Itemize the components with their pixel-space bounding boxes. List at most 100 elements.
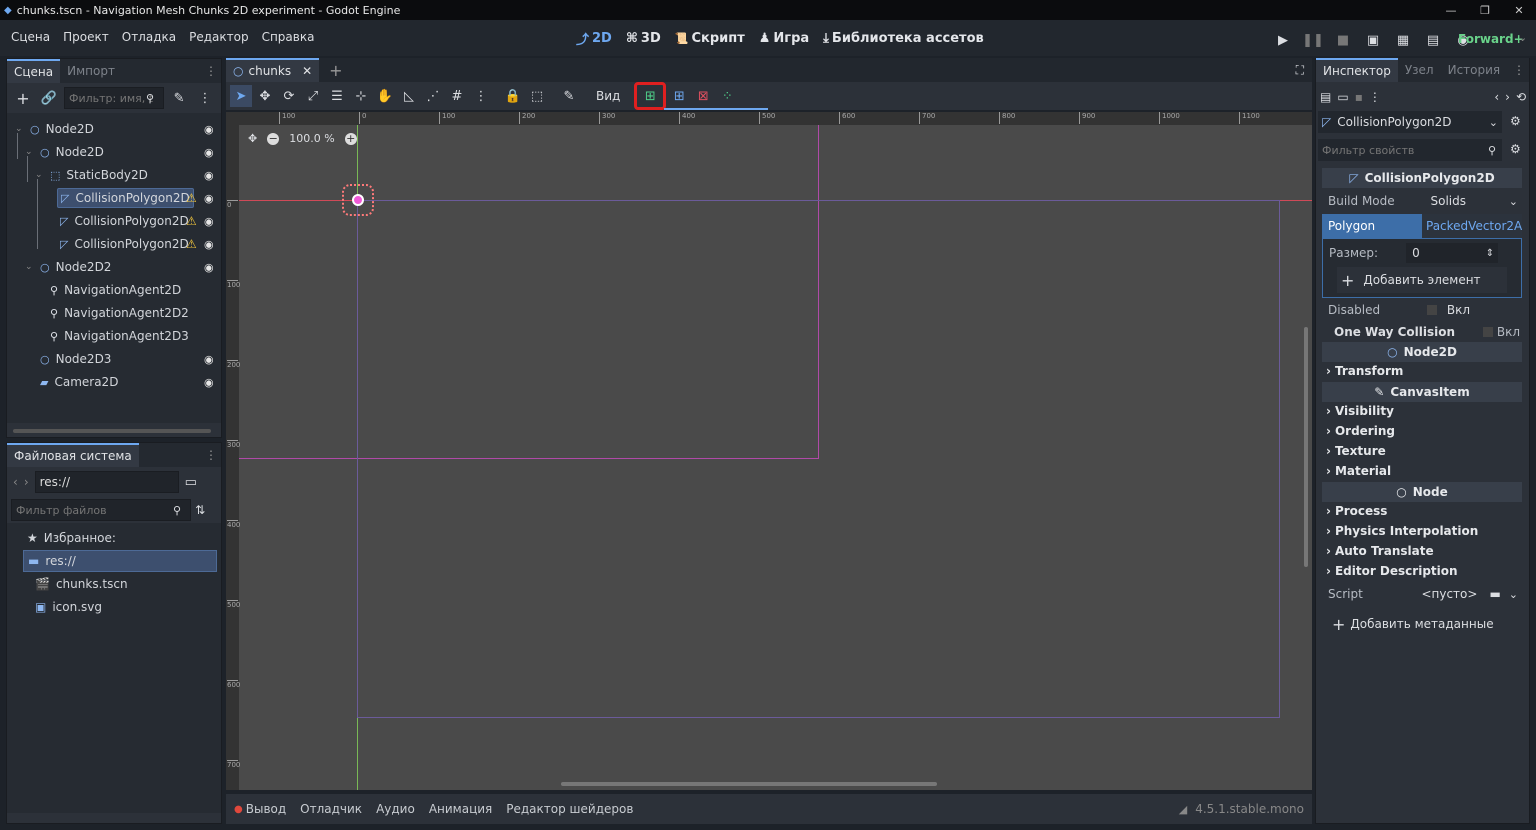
workspace-game[interactable]: ♟ Игра	[759, 31, 809, 46]
warning-icon[interactable]: ⚠	[186, 237, 197, 251]
group-process[interactable]: › Process	[1326, 504, 1387, 518]
add-element-button[interactable]: + Добавить элемент	[1337, 267, 1507, 293]
visibility-eye-icon[interactable]: ◉	[204, 169, 214, 182]
scene-tree-row[interactable]: ⚲ NavigationAgent2D	[7, 279, 219, 301]
add-metadata-button[interactable]: + Добавить метаданные	[1326, 612, 1518, 636]
group-ordering[interactable]: › Ordering	[1326, 424, 1395, 438]
ruler-icon[interactable]: ◺	[398, 85, 420, 107]
file-icon-svg[interactable]: ▣ icon.svg	[35, 596, 247, 618]
file-chunks[interactable]: 🎬 chunks.tscn	[35, 573, 247, 595]
renderer-select[interactable]: Forward+	[1458, 32, 1524, 46]
tab-filesystem[interactable]: Файловая система	[7, 443, 139, 467]
history-forward-icon[interactable]: ›	[1505, 90, 1510, 104]
scene-tree-row[interactable]: ⌄ ○ Node2D ◉	[7, 141, 219, 163]
property-filter-input[interactable]	[1322, 140, 1480, 160]
selected-node-gizmo[interactable]	[342, 184, 374, 216]
canvas-viewport[interactable]: 100 0 100 200 300 400 500 600 700 800 900 1000 1100 …	[226, 112, 1312, 790]
group-editor-description[interactable]: › Editor Description	[1326, 564, 1458, 578]
new-resource-icon[interactable]: ▤	[1320, 90, 1331, 104]
size-spinbox[interactable]: 0 ⇕	[1406, 243, 1499, 263]
group-material[interactable]: › Material	[1326, 464, 1391, 478]
lock-icon[interactable]: 🔒	[502, 85, 524, 107]
resource-menu-icon[interactable]: ⋮	[1369, 90, 1381, 104]
group-visibility[interactable]: › Visibility	[1326, 404, 1394, 418]
visibility-eye-icon[interactable]: ◉	[204, 123, 214, 136]
favorites-row[interactable]: ★ Избранное:	[27, 527, 239, 549]
canvas-v-scrollbar[interactable]	[1304, 327, 1308, 567]
smart-snap-icon[interactable]: ⋰	[422, 85, 444, 107]
split-view-icon[interactable]: ▭	[185, 475, 197, 490]
group-auto-translate[interactable]: › Auto Translate	[1326, 544, 1434, 558]
scene-tree-row[interactable]: ⚲ NavigationAgent2D2	[7, 302, 219, 324]
visibility-eye-icon[interactable]: ◉	[204, 215, 214, 228]
close-window-button[interactable]: ✕	[1502, 4, 1536, 17]
path-input[interactable]	[34, 471, 179, 493]
filter-settings-icon[interactable]: ⚙	[1510, 142, 1521, 156]
zoom-level[interactable]: 100.0 %	[289, 132, 334, 145]
rotate-mode-icon[interactable]: ⟳	[278, 85, 300, 107]
attach-script-icon[interactable]: ✎	[168, 87, 190, 109]
chevron-down-icon[interactable]: ⌄	[1509, 588, 1518, 601]
play-scene-icon[interactable]: ▦	[1392, 29, 1414, 51]
workspace-3d[interactable]: ⌘ 3D	[626, 31, 661, 46]
tab-debugger[interactable]: Отладчик	[300, 802, 362, 816]
scene-tree-row[interactable]: ⌄ ⬚ StaticBody2D ◉	[7, 164, 219, 186]
visibility-eye-icon[interactable]: ◉	[204, 146, 214, 159]
scene-tree-scrollbar[interactable]	[13, 429, 211, 433]
tab-history[interactable]: История	[1441, 58, 1508, 82]
workspace-script[interactable]: 📜 Скрипт	[675, 31, 745, 46]
group-transform[interactable]: › Transform	[1326, 364, 1403, 378]
scene-tree-row[interactable]: ⌄ ○ Node2D ◉	[7, 118, 219, 140]
checkbox-icon[interactable]	[1426, 305, 1437, 315]
add-node-icon[interactable]: +	[12, 87, 34, 109]
visibility-eye-icon[interactable]: ◉	[204, 238, 214, 251]
bone-icon[interactable]: ✎	[558, 85, 580, 107]
prop-one-way-collision[interactable]: One Way Collision Вкл	[1322, 322, 1522, 342]
menu-project[interactable]: Проект	[63, 30, 109, 44]
history-back-icon[interactable]: ‹	[1494, 90, 1499, 104]
group-icon[interactable]: ⬚	[526, 85, 548, 107]
pan-hand-icon[interactable]: ✋	[374, 85, 396, 107]
visibility-eye-icon[interactable]: ◉	[204, 353, 214, 366]
pivot-icon[interactable]: ⊹	[350, 85, 372, 107]
pause-icon[interactable]: ❚❚	[1302, 29, 1324, 51]
scene-tree-row[interactable]: ⌄ ○ Node2D2 ◉	[7, 256, 219, 278]
sort-icon[interactable]: ⇅	[195, 503, 205, 517]
scene-tree-row[interactable]: ○ Node2D3 ◉	[7, 348, 219, 370]
menu-editor[interactable]: Редактор	[189, 30, 248, 44]
link-icon[interactable]: 🔗	[38, 87, 60, 109]
maximize-button[interactable]: ❐	[1468, 4, 1502, 17]
grid-snap-icon[interactable]: #	[446, 85, 468, 107]
minimize-button[interactable]: —	[1434, 4, 1468, 17]
forward-arrow-icon[interactable]: ›	[24, 475, 29, 489]
visibility-eye-icon[interactable]: ◉	[204, 376, 214, 389]
folder-icon[interactable]: ▬	[1489, 587, 1500, 601]
remote-debug-icon[interactable]: ▣	[1362, 29, 1384, 51]
tab-audio[interactable]: Аудио	[376, 802, 415, 816]
list-select-icon[interactable]: ☰	[326, 85, 348, 107]
stop-icon[interactable]: ■	[1332, 29, 1354, 51]
play-icon[interactable]: ▶	[1272, 29, 1294, 51]
menu-debug[interactable]: Отладка	[122, 30, 176, 44]
back-arrow-icon[interactable]: ‹	[13, 475, 18, 489]
view-menu[interactable]: Вид	[596, 89, 620, 103]
group-physics-interpolation[interactable]: › Physics Interpolation	[1326, 524, 1478, 538]
scale-mode-icon[interactable]: ⤢	[302, 85, 324, 107]
workspace-assetlib[interactable]: ⤓ Библиотека ассетов	[823, 31, 984, 46]
chevron-down-icon[interactable]: ⌄	[1518, 31, 1527, 44]
zoom-in-icon[interactable]: +	[344, 132, 357, 145]
tab-node[interactable]: Узел	[1398, 58, 1441, 82]
add-tab-icon[interactable]: +	[329, 61, 342, 80]
scene-tree-row[interactable]: ◸ CollisionPolygon2D ⚠ ◉	[7, 187, 219, 209]
snap-menu-icon[interactable]: ⋮	[470, 85, 492, 107]
prop-script[interactable]: Script <пусто> ▬ ⌄	[1322, 584, 1522, 604]
prop-build-mode[interactable]: Build Mode Solids ⌄	[1322, 191, 1522, 211]
tab-chunks[interactable]: ○ chunks ✕	[226, 58, 320, 82]
file-filter-input[interactable]	[11, 499, 191, 521]
visibility-eye-icon[interactable]: ◉	[204, 261, 214, 274]
menu-scene[interactable]: Сцена	[11, 30, 50, 44]
move-mode-icon[interactable]: ✥	[254, 85, 276, 107]
zoom-out-icon[interactable]: −	[267, 132, 280, 145]
remove-point-icon[interactable]: ⊠	[692, 85, 714, 107]
visibility-eye-icon[interactable]: ◉	[204, 192, 214, 205]
